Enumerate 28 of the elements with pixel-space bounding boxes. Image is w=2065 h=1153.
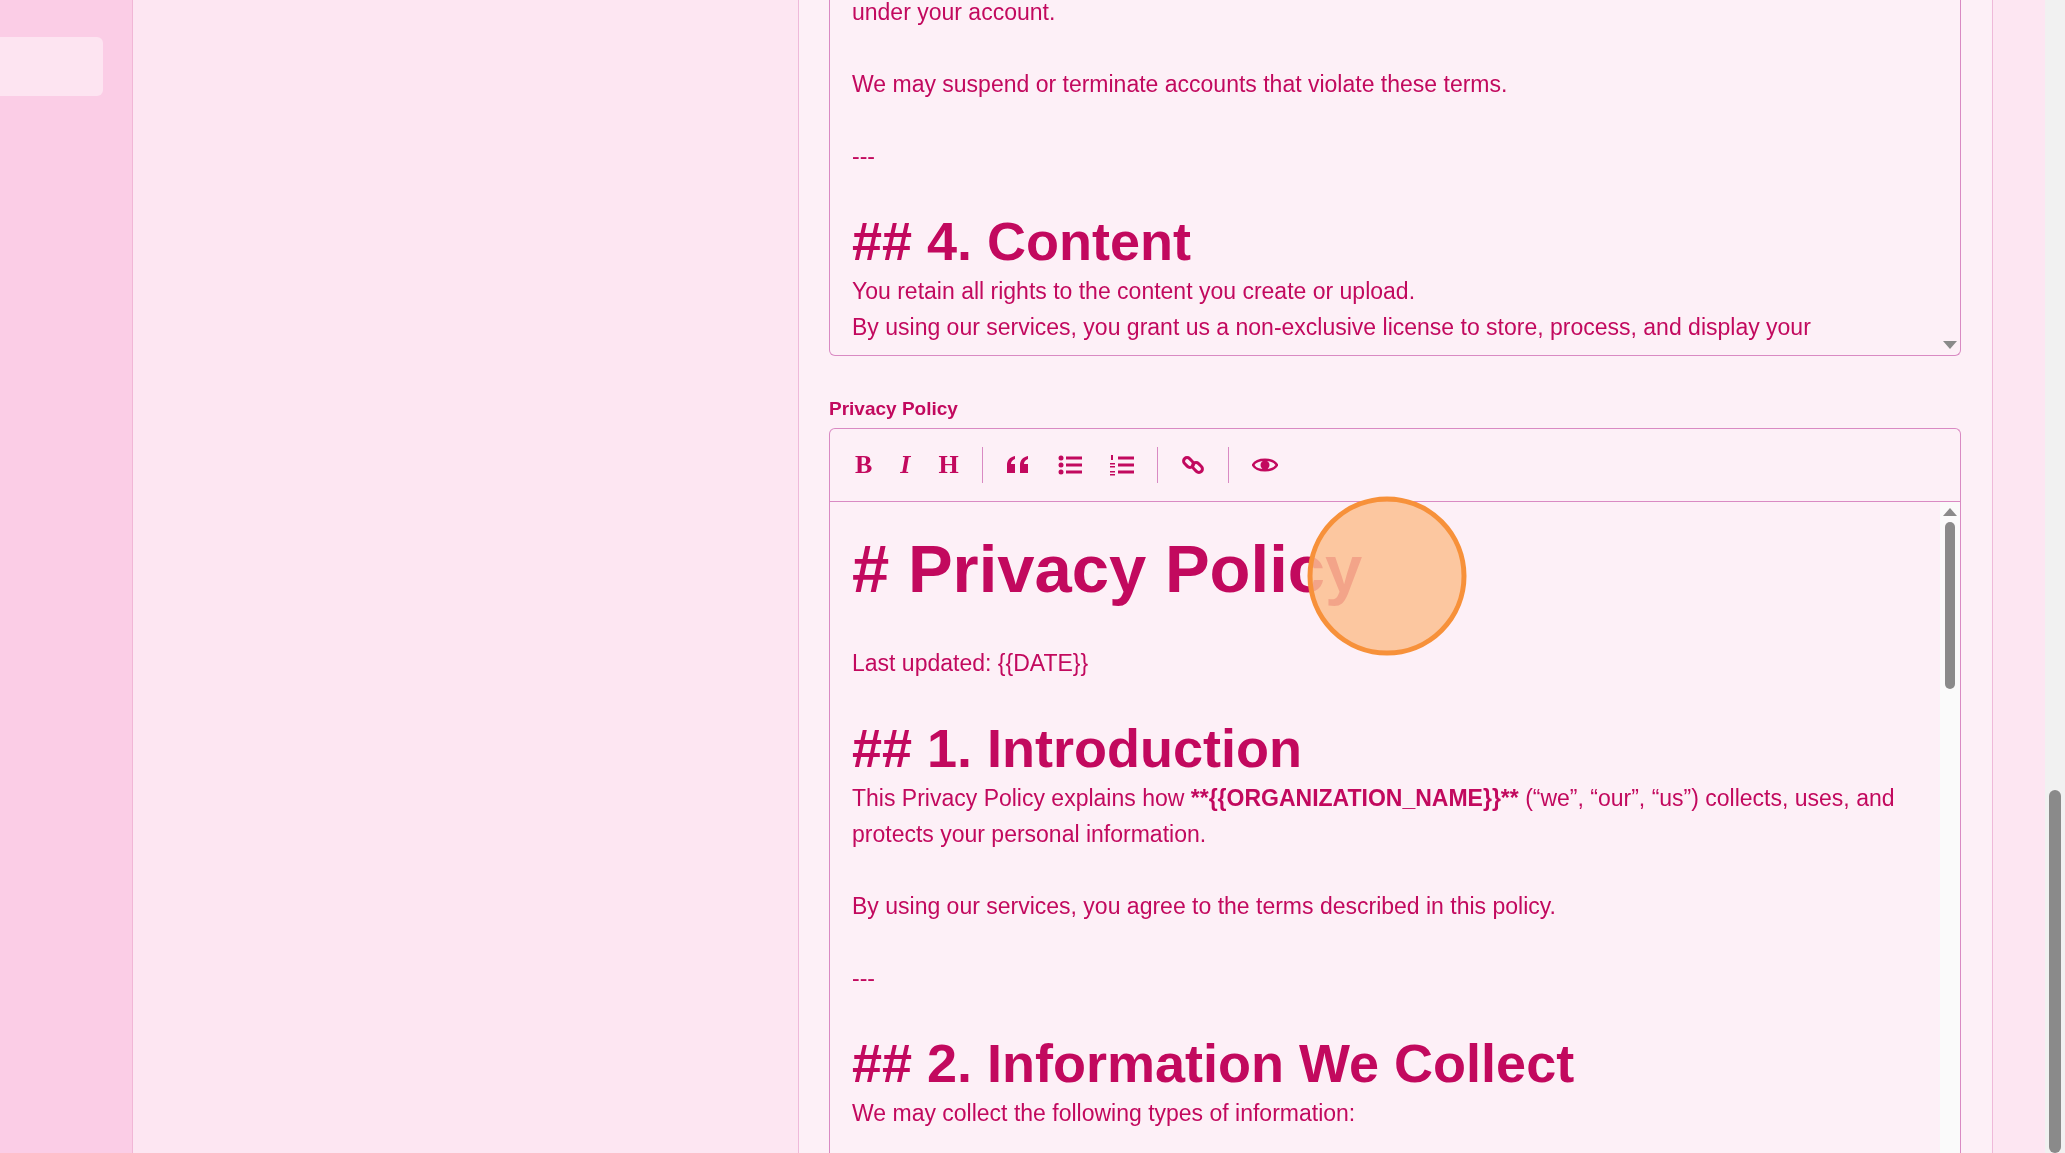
format-button[interactable]: I: [893, 447, 918, 483]
eye-icon: [1251, 456, 1278, 474]
quote-icon: [1005, 455, 1030, 475]
text-editor[interactable]: [829, 428, 1961, 1153]
markdown-text: By using our services, you agree to the terms described in this policy.: [852, 892, 1557, 921]
scrollbar-thumb[interactable]: [2049, 790, 2061, 1153]
format-button[interactable]: H: [931, 447, 966, 483]
link-icon: [1180, 453, 1205, 477]
markdown-text: We may collect the following types of information:: [852, 1099, 1357, 1128]
markdown-text: This Privacy Policy explains how **{{ORGANIZATION_NAME}}** (“we”, “our”, “us”) collects, uses, and protects your personal information.: [852, 784, 1896, 849]
markdown-heading: ## 1. Introduction: [852, 717, 1304, 780]
scroll-down-icon[interactable]: [1943, 341, 1957, 349]
field-label: Privacy Policy: [829, 398, 959, 420]
scroll-up-icon[interactable]: [1943, 508, 1957, 516]
markdown-heading: ## 2. Information We Collect: [852, 1032, 1576, 1095]
scrollbar-thumb[interactable]: [1945, 522, 1955, 689]
markdown-text: You retain all rights to the content you create or upload.: [852, 277, 1417, 306]
text-editor[interactable]: [829, 0, 1961, 356]
markdown-text: under your account.: [852, 0, 1057, 27]
markdown-text: We may suspend or terminate accounts that violate these terms.: [852, 70, 1509, 99]
format-button[interactable]: B: [848, 447, 880, 483]
bulleted-list-icon: [1057, 455, 1082, 475]
markdown-text: By using our services, you grant us a non-exclusive license to store, process, and display your: [852, 313, 1812, 342]
numbered-list-icon: [1109, 454, 1134, 476]
markdown-text: ---: [852, 142, 876, 171]
markdown-heading: ## 4. Content: [852, 210, 1193, 273]
markdown-text: ---: [852, 964, 876, 993]
markdown-text: Last updated: {{DATE}}: [852, 649, 1090, 678]
